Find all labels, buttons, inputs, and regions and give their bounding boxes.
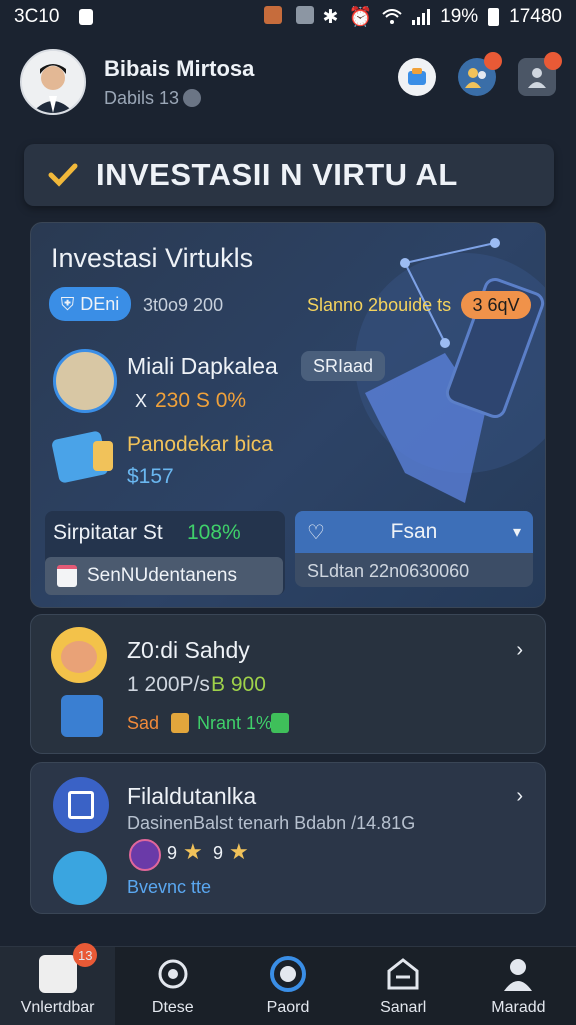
fsan-dropdown[interactable]: ♡ Fsan ▾: [295, 511, 533, 553]
wifi-icon: [382, 9, 402, 24]
card3-title: Filaldutanlka: [127, 783, 257, 809]
document-icon: [61, 695, 103, 737]
right-box-label: Fsan: [390, 520, 438, 543]
nav-item-sanarl[interactable]: Sanarl: [346, 947, 461, 1025]
tag-value: 3t0o9 200: [143, 295, 224, 315]
user-avatar-icon: [38, 955, 77, 993]
home-circle-icon: [269, 955, 307, 993]
card2-sub-mid: Nrant 1%: [197, 713, 273, 733]
signal-icon: [412, 9, 431, 25]
user-name: Bibais Mirtosa: [104, 55, 255, 81]
nav-label: Paord: [266, 999, 310, 1016]
virtual-investment-card: Investasi Virtukls ⛨ DEni 3t0o9 200 Slan…: [30, 222, 546, 608]
profile-header: Bibais Mirtosa Dabils 13: [20, 49, 562, 115]
nav-item-maradd[interactable]: Maradd: [461, 947, 576, 1025]
gallery-notification-icon: [264, 6, 282, 24]
profile-notification-dot: [544, 52, 562, 70]
card3-desc: DasinenBalst tenarh Bdabn /14.81G: [127, 813, 416, 833]
alarm-icon: ⏰: [348, 7, 373, 28]
investment-card-2[interactable]: Z0:di Sahdy › 1 200P/s B 900 Sad Nrant 1…: [30, 614, 546, 754]
card3-stars-text: 9: [167, 843, 178, 863]
star-badge-icon: [129, 839, 161, 871]
card3-stars-text2: 9: [213, 843, 224, 863]
bottom-nav: 13 Vnlertdbar Dtese Paord Sanarl Maradd: [0, 943, 576, 1025]
item2-title: Panodekar bica: [127, 433, 273, 456]
nav-badge: 13: [73, 943, 98, 967]
nav-label: Maradd: [491, 999, 546, 1016]
star-icon: ★: [183, 839, 203, 864]
nav-label: Vnlertdbar: [20, 999, 95, 1016]
shopping-bag-icon: [53, 777, 109, 833]
user-sub-text: Dabils 13: [104, 87, 180, 108]
target-icon: [154, 955, 192, 993]
nav-label: Dtese: [151, 999, 194, 1016]
card-title: Investasi Virtukls: [51, 243, 254, 273]
friends-button[interactable]: [458, 52, 502, 96]
bluetooth-icon: ✱: [322, 6, 339, 28]
item1-prefix: X: [135, 391, 148, 411]
heart-icon: ♡: [307, 521, 325, 544]
box-icon: [171, 713, 189, 733]
person-icon: [499, 955, 537, 993]
trophy-icon: [93, 441, 113, 471]
item1-avatar[interactable]: [53, 349, 117, 413]
section-banner: INVESTASII N VIRTU AL: [24, 144, 554, 206]
chevron-right-icon: ›: [516, 639, 523, 661]
battery-icon: [488, 8, 500, 26]
right-text: Slanno 2bouide ts: [307, 295, 452, 315]
banner-title: INVESTASII N VIRTU AL: [96, 157, 458, 192]
nav-item-profile[interactable]: 13 Vnlertdbar: [0, 943, 116, 1025]
tag-pill[interactable]: ⛨ DEni: [49, 287, 131, 321]
status-time: 17480: [509, 6, 562, 27]
right-box-sub: SLdtan 22n0630060: [307, 561, 470, 581]
item2-value: $157: [127, 465, 174, 488]
left-box-label: Sirpitatar St: [53, 521, 163, 544]
user-subtitle: Dabils 13: [104, 88, 254, 109]
right-summary-box: ♡ Fsan ▾ SLdtan 22n0630060: [295, 511, 533, 587]
profile-icon: [528, 68, 546, 88]
friends-notification-dot: [484, 52, 502, 70]
left-box-sub: SenNUdentanens: [87, 565, 237, 586]
store-icon: [384, 955, 422, 993]
card3-sub-link[interactable]: Bvevnc tte: [127, 877, 211, 898]
card2-title: Z0:di Sahdy: [127, 637, 250, 663]
left-summary-box: Sirpitatar St 108% SenNUdentanens: [45, 511, 285, 595]
calendar-icon: [57, 565, 77, 587]
item1-tag: SRIaad: [301, 351, 385, 381]
card2-highlight: B 900: [211, 673, 266, 696]
mute-notification-icon: [296, 6, 314, 24]
item1-value: 230 S 0%: [155, 389, 247, 412]
character-avatar: [51, 627, 107, 683]
avatar-illustration: [22, 51, 84, 113]
star-icon: ★: [229, 839, 249, 864]
tag-label: DEni: [80, 293, 120, 314]
wallet-button[interactable]: [398, 58, 436, 96]
sen-button[interactable]: SenNUdentanens: [45, 557, 283, 595]
app-notification-icon: [79, 9, 94, 25]
wallet-icon: [408, 68, 426, 85]
status-bar: 3C10 ✱ ⏰ 19% 17480: [0, 0, 576, 34]
map-icon: [53, 851, 107, 905]
avatar[interactable]: [20, 49, 86, 115]
green-badge-icon: [271, 713, 289, 733]
battery-percent: 19%: [440, 6, 479, 27]
check-icon: [48, 163, 78, 187]
nav-label: Sanarl: [380, 999, 427, 1016]
status-left-text: 3C10: [14, 6, 60, 27]
chevron-down-icon: ▾: [512, 524, 521, 541]
users-icon: [465, 68, 486, 88]
level-badge-icon: [183, 89, 202, 107]
chevron-right-icon: ›: [516, 785, 523, 807]
profile-button[interactable]: [518, 52, 562, 96]
investment-card-3[interactable]: Filaldutanlka › DasinenBalst tenarh Bdab…: [30, 762, 546, 914]
nav-item-paord[interactable]: Paord: [230, 947, 345, 1025]
item1-title: Miali Dapkalea: [127, 353, 278, 379]
left-box-pct: 108%: [187, 521, 241, 544]
card2-sub-left: Sad: [127, 713, 160, 733]
nav-item-dtese[interactable]: Dtese: [115, 947, 230, 1025]
card2-values: 1 200P/s: [127, 673, 210, 696]
right-badge[interactable]: 3 6qV: [461, 291, 531, 319]
shield-icon: ⛨: [60, 293, 75, 314]
